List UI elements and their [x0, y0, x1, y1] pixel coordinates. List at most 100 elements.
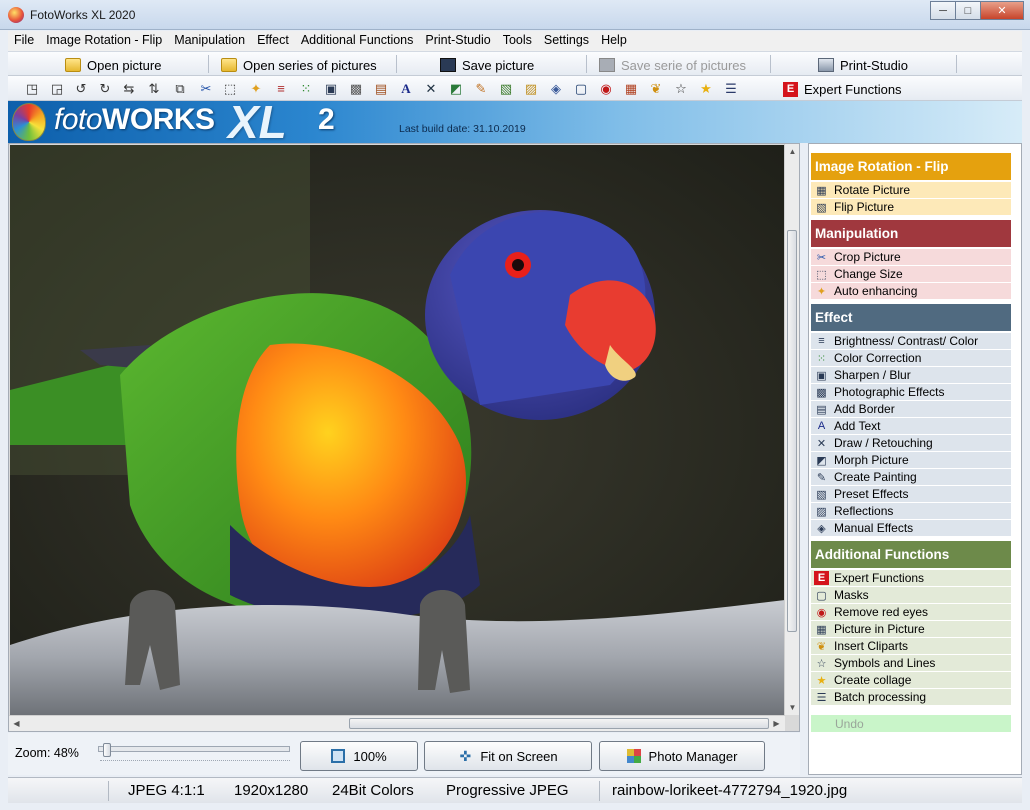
- menu-print-studio[interactable]: Print-Studio: [419, 31, 496, 51]
- group-header-2[interactable]: Effect: [811, 304, 1011, 331]
- brightness-icon[interactable]: ≡: [273, 81, 289, 97]
- group-header-1[interactable]: Manipulation: [811, 220, 1011, 247]
- picture-in-picture-icon[interactable]: ▦: [623, 81, 639, 97]
- photo-manager-button[interactable]: Photo Manager: [599, 741, 765, 771]
- save-series-button[interactable]: Save serie of pictures: [599, 55, 746, 75]
- preset-icon[interactable]: ▧: [498, 81, 514, 97]
- panel-item[interactable]: ◉ Remove red eyes: [811, 604, 1011, 621]
- open-series-button[interactable]: Open series of pictures: [221, 55, 377, 75]
- panel-item[interactable]: ▢ Masks: [811, 587, 1011, 604]
- panel-item[interactable]: A Add Text: [811, 418, 1011, 435]
- draw-icon[interactable]: ✕: [423, 81, 439, 97]
- panel-item[interactable]: ▧ Flip Picture: [811, 199, 1011, 216]
- scissors-icon[interactable]: ✂: [198, 81, 214, 97]
- panel-item[interactable]: E Expert Functions: [811, 570, 1011, 587]
- sharpen-icon[interactable]: ▣: [323, 81, 339, 97]
- group-header-3[interactable]: Additional Functions: [811, 541, 1011, 568]
- panel-item[interactable]: ☰ Batch processing: [811, 689, 1011, 706]
- window-title: FotoWorks XL 2020: [30, 8, 136, 22]
- panel-item[interactable]: ❦ Insert Cliparts: [811, 638, 1011, 655]
- red-eye-icon[interactable]: ◉: [598, 81, 614, 97]
- panel-item[interactable]: ⬚ Change Size: [811, 266, 1011, 283]
- separator: [586, 55, 587, 73]
- panel-item[interactable]: ⁙ Color Correction: [811, 350, 1011, 367]
- paint-icon[interactable]: ✎: [473, 81, 489, 97]
- panel-item[interactable]: ✂ Crop Picture: [811, 249, 1011, 266]
- panel-item[interactable]: ▩ Photographic Effects: [811, 384, 1011, 401]
- menu-effect[interactable]: Effect: [251, 31, 295, 51]
- rotate-left-icon[interactable]: ◳: [24, 81, 40, 97]
- panel-item[interactable]: ▨ Reflections: [811, 503, 1011, 520]
- zoom-slider[interactable]: [98, 743, 290, 757]
- batch-icon[interactable]: ☰: [723, 81, 739, 97]
- expert-functions-button[interactable]: E Expert Functions: [783, 79, 902, 99]
- panel-item[interactable]: ▤ Add Border: [811, 401, 1011, 418]
- menu-additional-functions[interactable]: Additional Functions: [295, 31, 420, 51]
- menu-settings[interactable]: Settings: [538, 31, 595, 51]
- folder-icon: [221, 58, 237, 72]
- panel-item[interactable]: ▦ Picture in Picture: [811, 621, 1011, 638]
- color-correction-icon[interactable]: ⁙: [298, 81, 314, 97]
- menu-file[interactable]: File: [8, 31, 40, 51]
- panel-item[interactable]: ▦ Rotate Picture: [811, 182, 1011, 199]
- panel-item[interactable]: ◩ Morph Picture: [811, 452, 1011, 469]
- panel-item[interactable]: ≡ Brightness/ Contrast/ Color: [811, 333, 1011, 350]
- maximize-button[interactable]: □: [955, 1, 981, 20]
- panel-item-label: Photographic Effects: [834, 385, 945, 399]
- flip-icon[interactable]: ⧉: [172, 81, 188, 97]
- symbols-icon[interactable]: ☆: [673, 81, 689, 97]
- panel-item[interactable]: ✎ Create Painting: [811, 469, 1011, 486]
- scroll-right-icon[interactable]: ▶: [769, 716, 784, 731]
- preset-icon: ▧: [816, 488, 827, 501]
- rotate-cw-icon[interactable]: ↻: [97, 81, 113, 97]
- panel-item[interactable]: ✕ Draw / Retouching: [811, 435, 1011, 452]
- vertical-scrollbar[interactable]: ▲ ▼: [784, 144, 799, 715]
- zoom-100-button[interactable]: 100%: [300, 741, 418, 771]
- flip-vertical-icon[interactable]: ⇅: [146, 81, 162, 97]
- menu-tools[interactable]: Tools: [497, 31, 538, 51]
- manual-effects-icon[interactable]: ◈: [548, 81, 564, 97]
- print-studio-button[interactable]: Print-Studio: [818, 55, 908, 75]
- resize-icon[interactable]: ⬚: [222, 81, 238, 97]
- vertical-scroll-thumb[interactable]: [787, 230, 797, 632]
- close-button[interactable]: ✕: [980, 1, 1024, 20]
- camera-icon[interactable]: ▩: [348, 81, 364, 97]
- border-icon[interactable]: ▤: [373, 81, 389, 97]
- panel-item[interactable]: ▣ Sharpen / Blur: [811, 367, 1011, 384]
- scroll-down-icon[interactable]: ▼: [785, 700, 800, 715]
- menu-bar: File Image Rotation - Flip Manipulation …: [8, 31, 1022, 51]
- open-picture-button[interactable]: Open picture: [65, 55, 161, 75]
- panel-item-label: Symbols and Lines: [834, 656, 936, 670]
- app-icon[interactable]: [8, 7, 24, 23]
- group-header-0[interactable]: Image Rotation - Flip: [811, 153, 1011, 180]
- minimize-button[interactable]: ─: [930, 1, 956, 20]
- panel-item[interactable]: ✦ Auto enhancing: [811, 283, 1011, 300]
- photo-view[interactable]: [10, 145, 785, 715]
- scroll-left-icon[interactable]: ◀: [9, 716, 24, 731]
- panel-item[interactable]: ▧ Preset Effects: [811, 486, 1011, 503]
- fit-on-screen-button[interactable]: ✜ Fit on Screen: [424, 741, 592, 771]
- menu-image-rotation[interactable]: Image Rotation - Flip: [40, 31, 168, 51]
- save-picture-button[interactable]: Save picture: [440, 55, 534, 75]
- scroll-up-icon[interactable]: ▲: [785, 144, 800, 159]
- horizontal-scrollbar[interactable]: ◀ ▶: [9, 715, 785, 731]
- frame-icon[interactable]: ▢: [573, 81, 589, 97]
- star-icon[interactable]: ★: [698, 81, 714, 97]
- panel-item-label: Batch processing: [834, 690, 927, 704]
- clipart-icon[interactable]: ❦: [648, 81, 664, 97]
- menu-manipulation[interactable]: Manipulation: [168, 31, 251, 51]
- morph-icon[interactable]: ◩: [448, 81, 464, 97]
- reflection-icon[interactable]: ▨: [523, 81, 539, 97]
- flip-horizontal-icon[interactable]: ⇆: [121, 81, 137, 97]
- rotate-right-icon[interactable]: ◲: [49, 81, 65, 97]
- menu-help[interactable]: Help: [595, 31, 633, 51]
- auto-enhance-icon[interactable]: ✦: [248, 81, 264, 97]
- horizontal-scroll-thumb[interactable]: [349, 718, 769, 729]
- undo-button[interactable]: Undo: [811, 715, 1011, 732]
- rotate-ccw-icon[interactable]: ↺: [73, 81, 89, 97]
- panel-item[interactable]: ◈ Manual Effects: [811, 520, 1011, 537]
- text-icon[interactable]: A: [398, 81, 414, 97]
- panel-item[interactable]: ★ Create collage: [811, 672, 1011, 689]
- zoom-slider-thumb[interactable]: [103, 743, 111, 757]
- panel-item[interactable]: ☆ Symbols and Lines: [811, 655, 1011, 672]
